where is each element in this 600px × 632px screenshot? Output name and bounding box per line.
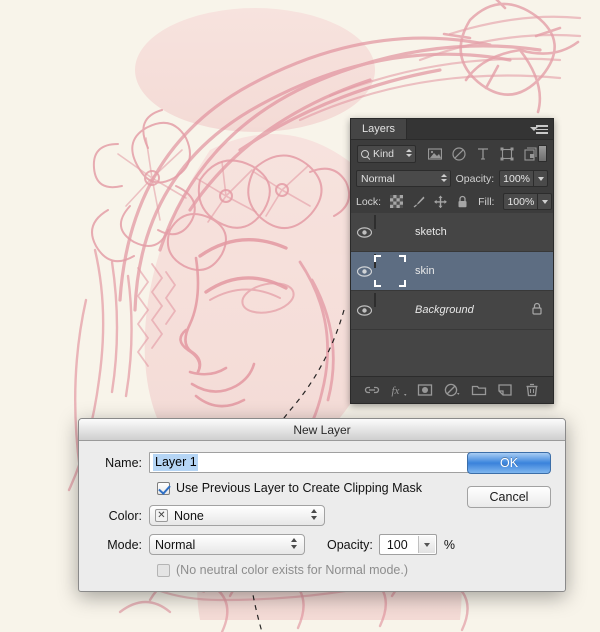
lock-label: Lock: bbox=[356, 195, 382, 208]
adjustment-layer-icon[interactable] bbox=[444, 382, 460, 398]
stepper-arrows-icon bbox=[291, 538, 297, 549]
ok-button[interactable]: OK bbox=[467, 452, 551, 474]
layer-name[interactable]: sketch bbox=[415, 226, 553, 238]
stepper-arrows-icon bbox=[311, 509, 317, 520]
layer-name[interactable]: skin bbox=[415, 265, 553, 277]
blend-mode-dropdown[interactable]: Normal bbox=[356, 170, 451, 187]
dialog-title-bar[interactable]: New Layer bbox=[79, 419, 565, 441]
name-label: Name: bbox=[105, 455, 142, 470]
mode-label: Mode: bbox=[107, 537, 142, 552]
lock-row: Lock: Fill: 100% bbox=[351, 190, 553, 213]
percent-symbol: % bbox=[443, 537, 455, 552]
lock-transparency-icon[interactable] bbox=[390, 195, 404, 208]
blend-mode-value: Normal bbox=[361, 172, 395, 185]
opacity-label: Opacity: bbox=[455, 172, 495, 185]
stepper-arrows-icon bbox=[406, 148, 413, 157]
tab-layers[interactable]: Layers bbox=[351, 119, 408, 139]
dialog-title: New Layer bbox=[293, 422, 351, 437]
fill-label: Fill: bbox=[478, 195, 495, 208]
color-value: None bbox=[174, 508, 204, 523]
mode-value: Normal bbox=[155, 537, 196, 552]
mode-dropdown[interactable]: Normal bbox=[149, 534, 305, 555]
type-filter-icon[interactable] bbox=[476, 147, 490, 161]
add-mask-icon[interactable] bbox=[417, 382, 433, 398]
color-row: Color: ✕ None bbox=[93, 505, 551, 526]
filter-kind-label: Kind bbox=[373, 147, 395, 160]
neutral-color-row: (No neutral color exists for Normal mode… bbox=[157, 563, 551, 577]
pixel-filter-icon[interactable] bbox=[428, 147, 443, 161]
panel-tab-bar: Layers bbox=[351, 119, 553, 140]
layer-thumbnail[interactable] bbox=[374, 215, 406, 248]
layer-name-input[interactable]: Layer 1 bbox=[149, 452, 471, 473]
fx-icon[interactable]: fx bbox=[391, 382, 407, 398]
delete-layer-icon[interactable] bbox=[524, 382, 540, 398]
layer-filter-row: Kind bbox=[351, 140, 553, 167]
lock-position-icon[interactable] bbox=[434, 195, 448, 209]
layer-row[interactable]: Background bbox=[351, 291, 553, 330]
cancel-button-label: Cancel bbox=[489, 490, 529, 504]
dialog-opacity-input[interactable]: 100 bbox=[378, 534, 437, 555]
opacity-value[interactable]: 100% bbox=[499, 170, 534, 187]
filter-enable-toggle[interactable] bbox=[538, 145, 547, 162]
new-group-icon[interactable] bbox=[471, 382, 487, 398]
dialog-opacity-label: Opacity: bbox=[327, 537, 373, 552]
layer-name-value: Layer 1 bbox=[153, 454, 198, 471]
mode-row: Mode: Normal Opacity: 100 % bbox=[93, 534, 551, 555]
neutral-color-label: (No neutral color exists for Normal mode… bbox=[176, 563, 409, 577]
neutral-color-checkbox bbox=[157, 563, 170, 577]
new-layer-dialog[interactable]: New Layer Name: Layer 1 Use Previous Lay… bbox=[78, 418, 566, 592]
new-layer-icon[interactable] bbox=[497, 382, 513, 398]
clipping-mask-checkbox[interactable] bbox=[157, 481, 170, 495]
lock-all-icon[interactable] bbox=[456, 195, 469, 208]
layers-panel[interactable]: Layers Kind Normal Opacity: 100% Lock: F… bbox=[350, 118, 554, 404]
cancel-button[interactable]: Cancel bbox=[467, 486, 551, 508]
layer-visibility-icon[interactable] bbox=[354, 265, 374, 277]
blend-mode-row: Normal Opacity: 100% bbox=[351, 167, 553, 190]
smart-object-filter-icon[interactable] bbox=[524, 146, 538, 161]
layer-name[interactable]: Background bbox=[415, 304, 531, 316]
ok-button-label: OK bbox=[499, 456, 519, 470]
opacity-dropdown-arrow[interactable] bbox=[417, 536, 435, 553]
magnifier-icon bbox=[361, 149, 369, 158]
layer-row[interactable]: skin bbox=[351, 252, 553, 291]
opacity-dropdown-arrow[interactable] bbox=[534, 170, 548, 187]
stepper-arrows-icon bbox=[440, 173, 447, 182]
clipping-mask-label[interactable]: Use Previous Layer to Create Clipping Ma… bbox=[176, 481, 422, 495]
adjustment-filter-icon[interactable] bbox=[452, 146, 466, 161]
hamburger-icon bbox=[536, 125, 548, 136]
no-color-icon: ✕ bbox=[155, 509, 168, 522]
panel-menu-icon[interactable] bbox=[530, 124, 548, 135]
color-dropdown[interactable]: ✕ None bbox=[149, 505, 325, 526]
color-label: Color: bbox=[108, 508, 142, 523]
layer-visibility-icon[interactable] bbox=[354, 226, 374, 238]
fill-dropdown-arrow[interactable] bbox=[538, 193, 553, 210]
shape-filter-icon[interactable] bbox=[500, 147, 514, 161]
lock-image-icon[interactable] bbox=[412, 195, 425, 208]
layer-row[interactable]: sketch bbox=[351, 213, 553, 252]
svg-text:fx: fx bbox=[391, 385, 399, 397]
layer-list[interactable]: sketch skin Background bbox=[351, 213, 553, 376]
tab-layers-label: Layers bbox=[362, 123, 396, 135]
fill-value[interactable]: 100% bbox=[503, 193, 539, 210]
layer-visibility-icon[interactable] bbox=[354, 304, 374, 316]
link-layers-icon[interactable] bbox=[364, 382, 380, 398]
photoshop-screenshot: Layers Kind Normal Opacity: 100% Lock: F… bbox=[0, 0, 600, 632]
layer-locked-icon bbox=[531, 302, 543, 318]
layer-thumbnail[interactable] bbox=[374, 293, 406, 326]
layer-thumbnail[interactable] bbox=[374, 254, 406, 287]
dialog-opacity-value: 100 bbox=[386, 537, 408, 552]
layers-panel-footer: fx bbox=[351, 376, 553, 403]
filter-kind-dropdown[interactable]: Kind bbox=[357, 144, 417, 163]
dialog-body: Name: Layer 1 Use Previous Layer to Crea… bbox=[79, 441, 565, 591]
